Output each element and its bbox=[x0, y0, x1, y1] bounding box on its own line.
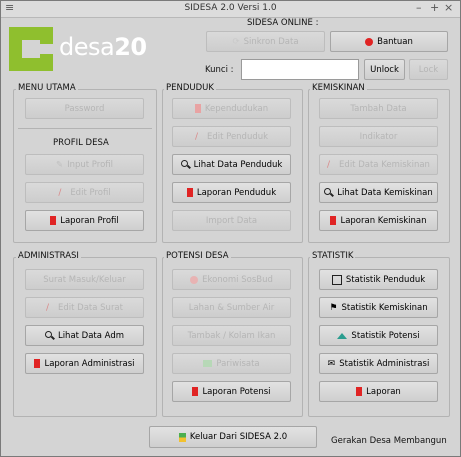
key-input[interactable] bbox=[241, 59, 359, 80]
laporan-penduduk-button[interactable]: Laporan Penduduk bbox=[172, 182, 291, 203]
potential-icon bbox=[337, 332, 348, 339]
laporan-kemiskinan-button[interactable]: Laporan Kemiskinan bbox=[319, 210, 438, 231]
laporan-administrasi-button[interactable]: Laporan Administrasi bbox=[25, 353, 144, 374]
divider bbox=[18, 128, 152, 129]
online-label: SIDESA ONLINE : bbox=[247, 18, 319, 28]
statistik-penduduk-button[interactable]: Statistik Penduduk bbox=[319, 269, 438, 290]
password-button[interactable]: Password bbox=[25, 98, 144, 119]
group-title-potensi-desa: POTENSI DESA bbox=[164, 251, 231, 261]
exit-icon bbox=[178, 432, 186, 442]
group-title-statistik: STATISTIK bbox=[310, 251, 356, 261]
chart-icon bbox=[331, 274, 342, 285]
close-icon[interactable]: × bbox=[444, 2, 453, 14]
lahan-sumber-air-button[interactable]: Lahan & Sumber Air bbox=[172, 297, 291, 318]
laporan-potensi-button[interactable]: Laporan Potensi bbox=[172, 381, 291, 402]
pencil-icon: / bbox=[327, 159, 331, 170]
group-title-penduduk: PENDUDUK bbox=[164, 83, 216, 93]
exit-button[interactable]: Keluar Dari SIDESA 2.0 bbox=[149, 426, 317, 448]
title-bar: ≡ SIDESA 2.0 Versi 1.0 – + × bbox=[1, 1, 460, 18]
surat-masuk-keluar-button[interactable]: Surat Masuk/Keluar bbox=[25, 269, 144, 290]
edit-profil-button[interactable]: / Edit Profil bbox=[25, 182, 144, 203]
unlock-button[interactable]: Unlock bbox=[364, 59, 405, 80]
statistik-kemiskinan-button[interactable]: ⚑ Statistik Kemiskinan bbox=[319, 297, 438, 318]
statistik-administrasi-button[interactable]: ✉ Statistik Administrasi bbox=[319, 353, 438, 374]
pencil-icon: / bbox=[58, 187, 62, 198]
search-icon bbox=[324, 188, 333, 197]
report-icon bbox=[356, 387, 363, 396]
people-icon: ⚑ bbox=[329, 302, 338, 313]
indikator-button[interactable]: Indikator bbox=[319, 126, 438, 147]
laporan-statistik-button[interactable]: Laporan bbox=[319, 381, 438, 402]
window-title: SIDESA 2.0 Versi 1.0 bbox=[184, 3, 277, 13]
edit-data-kemiskinan-button[interactable]: / Edit Data Kemiskinan bbox=[319, 154, 438, 175]
pariwisata-button[interactable]: Pariwisata bbox=[172, 353, 291, 374]
form-icon bbox=[194, 104, 201, 113]
tambah-data-button[interactable]: Tambah Data bbox=[319, 98, 438, 119]
key-label: Kunci : bbox=[205, 65, 234, 75]
group-title-kemiskinan: KEMISKINAN bbox=[310, 83, 367, 93]
pencil-icon: / bbox=[46, 302, 50, 313]
edit-penduduk-button[interactable]: / Edit Penduduk bbox=[172, 126, 291, 147]
lihat-data-adm-button[interactable]: Lihat Data Adm bbox=[25, 325, 144, 346]
group-title-menu-utama: MENU UTAMA bbox=[16, 83, 78, 93]
kependudukan-button[interactable]: Kependudukan bbox=[172, 98, 291, 119]
pencil-icon: / bbox=[194, 131, 198, 142]
tambak-kolam-ikan-button[interactable]: Tambak / Kolam Ikan bbox=[172, 325, 291, 346]
lock-button[interactable]: Lock bbox=[409, 59, 448, 80]
lihat-data-penduduk-button[interactable]: Lihat Data Penduduk bbox=[172, 154, 291, 175]
search-icon bbox=[180, 160, 190, 169]
main-window: ≡ SIDESA 2.0 Versi 1.0 – + × desa20 SIDE… bbox=[0, 0, 461, 457]
help-button[interactable]: Bantuan bbox=[330, 31, 448, 52]
report-icon bbox=[330, 216, 337, 225]
report-icon bbox=[34, 359, 41, 368]
maximize-icon[interactable]: + bbox=[430, 2, 439, 14]
import-data-button[interactable]: Import Data bbox=[172, 210, 291, 231]
lihat-data-kemiskinan-button[interactable]: Lihat Data Kemiskinan bbox=[319, 182, 438, 203]
report-icon bbox=[192, 387, 199, 396]
profil-desa-title: PROFIL DESA bbox=[53, 138, 109, 148]
logo-text: desa20 bbox=[59, 33, 147, 61]
footer-slogan: Gerakan Desa Membangun bbox=[331, 436, 447, 446]
report-icon bbox=[186, 188, 193, 197]
tourism-icon bbox=[203, 360, 213, 367]
search-icon bbox=[44, 331, 54, 340]
report-icon bbox=[50, 216, 57, 225]
statistik-potensi-button[interactable]: Statistik Potensi bbox=[319, 325, 438, 346]
ekonomi-sosbud-button[interactable]: Ekonomi SosBud bbox=[172, 269, 291, 290]
laporan-profil-button[interactable]: Laporan Profil bbox=[25, 210, 144, 231]
mail-icon: ✉ bbox=[327, 358, 336, 369]
economy-icon bbox=[190, 275, 199, 284]
logo-mark bbox=[9, 27, 53, 71]
group-title-administrasi: ADMINISTRASI bbox=[16, 251, 81, 261]
sync-button[interactable]: ⟳ Sinkron Data bbox=[206, 31, 325, 52]
minimize-icon[interactable]: – bbox=[416, 2, 422, 14]
input-profil-button[interactable]: ✎ Input Profil bbox=[25, 154, 144, 175]
edit-data-surat-button[interactable]: / Edit Data Surat bbox=[25, 297, 144, 318]
